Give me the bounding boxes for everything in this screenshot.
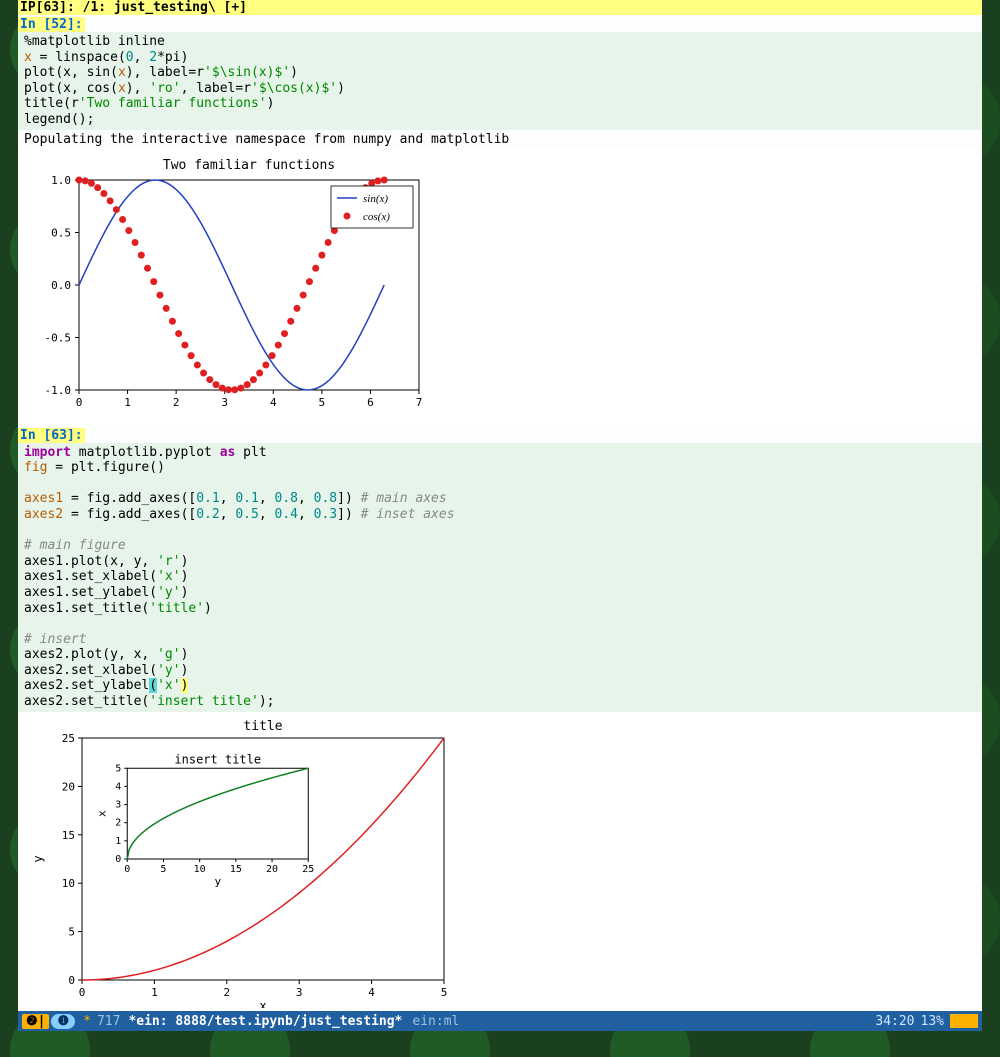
cell-output-1: Populating the interactive namespace fro… — [18, 130, 982, 149]
svg-text:0: 0 — [79, 986, 86, 999]
svg-text:1: 1 — [151, 986, 158, 999]
svg-text:15: 15 — [230, 864, 242, 875]
svg-text:insert title: insert title — [174, 752, 261, 766]
svg-text:20: 20 — [266, 864, 278, 875]
modeline-badge-2: ❶ — [51, 1014, 75, 1029]
svg-text:sin(x): sin(x) — [363, 193, 388, 205]
cell-code-2[interactable]: import matplotlib.pyplot as plt fig = pl… — [18, 443, 982, 712]
svg-text:10: 10 — [62, 877, 75, 890]
modeline-end-block — [950, 1014, 978, 1028]
tab-bar[interactable]: IP[63]: /1: just_testing\ [+] — [18, 0, 982, 15]
svg-text:0: 0 — [68, 974, 75, 987]
svg-text:10: 10 — [194, 864, 206, 875]
svg-text:0: 0 — [115, 854, 121, 865]
svg-text:5: 5 — [160, 864, 166, 875]
svg-text:0: 0 — [124, 864, 130, 875]
svg-text:3: 3 — [115, 799, 121, 810]
svg-text:0.5: 0.5 — [51, 226, 71, 239]
svg-text:2: 2 — [115, 817, 121, 828]
svg-text:5: 5 — [441, 986, 448, 999]
svg-text:x: x — [259, 999, 266, 1008]
svg-text:y: y — [214, 875, 221, 888]
svg-text:4: 4 — [368, 986, 375, 999]
svg-text:5: 5 — [68, 925, 75, 938]
svg-text:-1.0: -1.0 — [45, 384, 72, 397]
chart-2: title0123450510152025xyinsert title05101… — [18, 712, 982, 1014]
svg-text:3: 3 — [296, 986, 303, 999]
svg-text:25: 25 — [302, 864, 314, 875]
svg-text:cos(x): cos(x) — [363, 211, 390, 223]
svg-text:5: 5 — [115, 763, 121, 774]
svg-text:15: 15 — [62, 828, 75, 841]
modeline-position: 34:20 — [875, 1014, 914, 1029]
svg-text:y: y — [31, 855, 45, 862]
modeline-modified-icon: * — [83, 1014, 91, 1029]
svg-text:7: 7 — [416, 396, 423, 409]
svg-text:1: 1 — [115, 836, 121, 847]
svg-text:x: x — [95, 810, 108, 817]
svg-text:5: 5 — [319, 396, 326, 409]
mode-line: ❷| ❶ * 717 *ein: 8888/test.ipynb/just_te… — [18, 1011, 982, 1031]
cell-prompt-1: In [52]: — [18, 17, 85, 32]
modeline-buffer: *ein: 8888/test.ipynb/just_testing* — [128, 1014, 402, 1029]
svg-text:0.0: 0.0 — [51, 279, 71, 292]
svg-text:3: 3 — [221, 396, 228, 409]
svg-text:1: 1 — [124, 396, 131, 409]
svg-text:25: 25 — [62, 732, 75, 745]
svg-text:0: 0 — [76, 396, 83, 409]
svg-text:2: 2 — [173, 396, 180, 409]
modeline-badge-1: ❷| — [22, 1014, 49, 1029]
svg-text:4: 4 — [115, 781, 121, 792]
cell-prompt-2: In [63]: — [18, 428, 85, 443]
svg-text:4: 4 — [270, 396, 277, 409]
svg-text:6: 6 — [367, 396, 374, 409]
modeline-mode: ein:ml — [412, 1014, 459, 1029]
svg-text:20: 20 — [62, 780, 75, 793]
modeline-percent: 13% — [921, 1014, 944, 1029]
chart-1: Two familiar functions 0 1 2 3 4 5 6 7 -1.0 -0.5 0.… — [18, 149, 982, 426]
svg-text:-0.5: -0.5 — [45, 331, 72, 344]
cell-code-1[interactable]: %matplotlib inline x = linspace(0, 2*pi)… — [18, 32, 982, 130]
modeline-line: 717 — [97, 1014, 120, 1029]
svg-text:Two familiar functions: Two familiar functions — [163, 158, 335, 173]
editor-window: IP[63]: /1: just_testing\ [+] In [52]: %… — [18, 0, 982, 1014]
svg-text:title: title — [243, 719, 282, 734]
svg-text:1.0: 1.0 — [51, 174, 71, 187]
svg-text:2: 2 — [223, 986, 230, 999]
